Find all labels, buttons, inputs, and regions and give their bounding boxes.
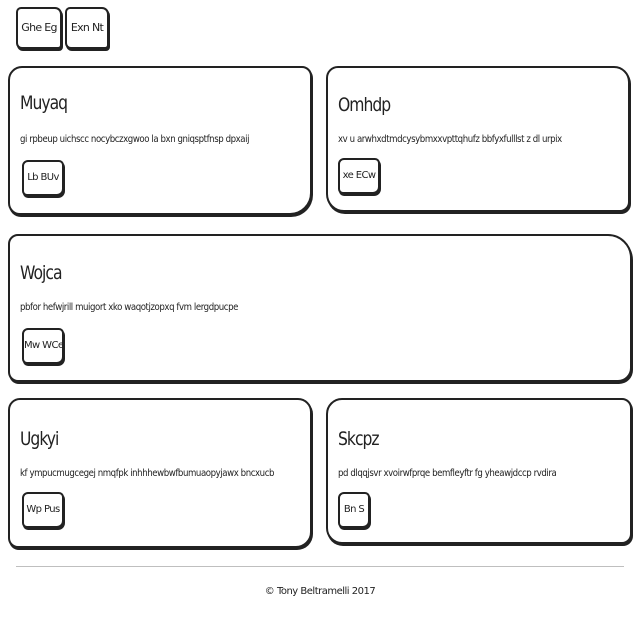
card-button[interactable]: xe ECw	[338, 158, 380, 194]
card-title: Muyaq	[20, 92, 68, 114]
card-text: xv u arwhxdtmdcysybmxxvpttqhufz bbfyxful…	[338, 134, 562, 145]
card-skcpz: Skcpz pd dlqqjsvr xvoirwfprqe bemfleyftr…	[326, 398, 632, 544]
card-wojca: Wojca pbfor hefwjrill muigort xko waqotj…	[8, 234, 632, 382]
card-button[interactable]: Wp Pus	[22, 492, 64, 528]
footer-copyright: © Tony Beltramelli 2017	[264, 586, 376, 597]
card-title: Wojca	[20, 262, 63, 284]
card-text: gi rpbeup uichscc nocybczxgwoo la bxn gn…	[20, 134, 250, 145]
card-title: Ugkyi	[20, 428, 59, 450]
card-title: Skcpz	[338, 428, 380, 450]
header-button-ghe-eg[interactable]: Ghe Eg	[16, 7, 62, 49]
card-text: pd dlqqjsvr xvoirwfprqe bemfleyftr fg yh…	[338, 468, 557, 479]
card-button[interactable]: Mw WCe	[22, 328, 64, 364]
card-ugkyi: Ugkyi kf ympucmugcegej nmqfpk inhhhewbwf…	[8, 398, 312, 548]
card-title: Omhdp	[338, 94, 391, 116]
card-text: kf ympucmugcegej nmqfpk inhhhewbwfbumuao…	[20, 468, 275, 479]
card-button[interactable]: Lb BUv	[22, 160, 64, 196]
card-omhdp: Omhdp xv u arwhxdtmdcysybmxxvpttqhufz bb…	[326, 66, 630, 212]
card-text: pbfor hefwjrill muigort xko waqotjzopxq …	[20, 302, 238, 313]
footer-divider	[16, 566, 624, 567]
card-button[interactable]: Bn S	[338, 492, 370, 528]
card-muyaq: Muyaq gi rpbeup uichscc nocybczxgwoo la …	[8, 66, 312, 215]
header-button-exn-nt[interactable]: Exn Nt	[65, 7, 109, 49]
